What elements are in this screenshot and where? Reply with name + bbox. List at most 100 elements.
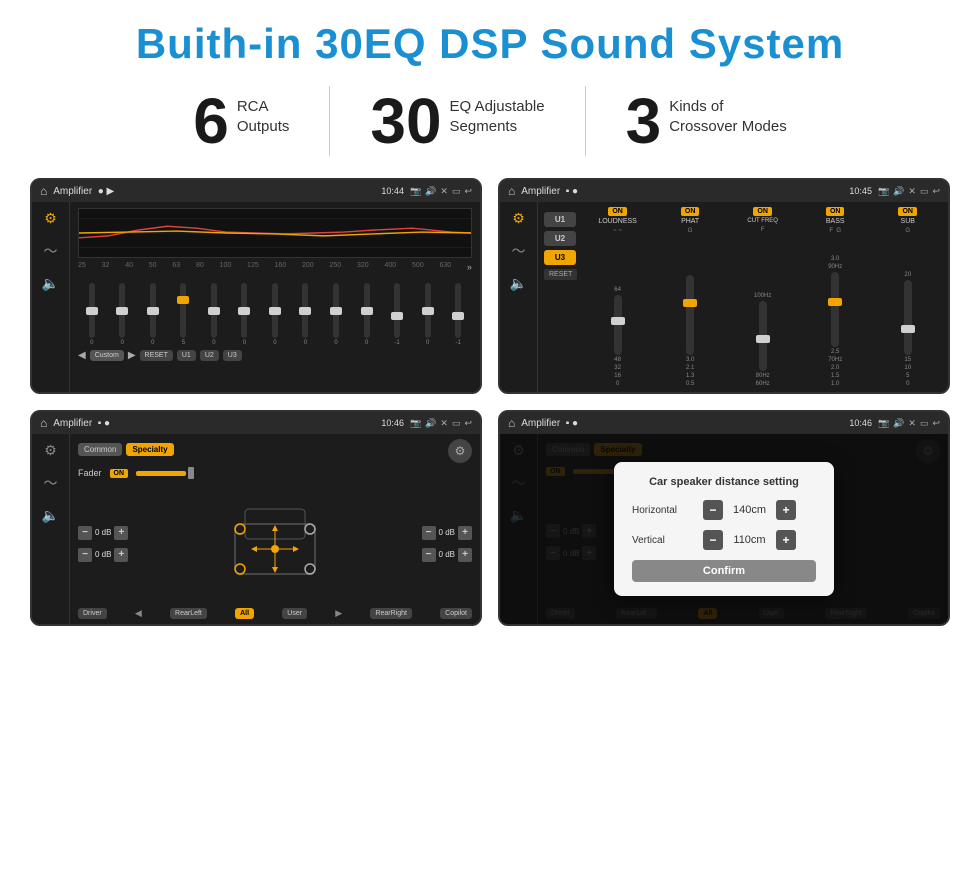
speaker-icon[interactable]: 🔈 <box>42 275 59 292</box>
preset-reset[interactable]: RESET <box>140 350 173 361</box>
fader-control-row: Fader ON <box>78 467 472 479</box>
distance-dialog: Car speaker distance setting Horizontal … <box>614 462 834 596</box>
stat-crossover-label: Kinds ofCrossover Modes <box>669 89 787 136</box>
tab-common[interactable]: Common <box>78 443 122 456</box>
reset-btn-cross[interactable]: RESET <box>544 269 577 280</box>
db-minus-fl[interactable]: − <box>78 526 92 540</box>
channel-cutfreq: ON CUT FREQ F <box>728 207 797 234</box>
back-icon-2[interactable]: ↩ <box>932 186 940 197</box>
eq-slider-7: 0 <box>292 283 320 346</box>
btn-rearleft[interactable]: RearLeft <box>170 608 207 619</box>
horizontal-row: Horizontal − 140cm + <box>632 500 816 520</box>
horizontal-minus[interactable]: − <box>703 500 723 520</box>
left-arrow-icon[interactable]: ◀ <box>135 608 142 619</box>
topbar-4: ⌂ Amplifier ▪ ● 10:46 📷 🔊 ✕ ▭ ↩ <box>500 412 948 434</box>
settings-circle-icon[interactable]: ⚙ <box>448 439 472 463</box>
db-minus-rr[interactable]: − <box>422 548 436 562</box>
back-icon-3[interactable]: ↩ <box>464 418 472 429</box>
volume-icon-2: 🔊 <box>893 186 904 197</box>
screen4-body: ⚙ 〜 🔈 Common Specialty ⚙ <box>500 434 948 624</box>
crossover-presets: U1 U2 U3 RESET <box>544 207 577 387</box>
topbar-icons-1: 📷 🔊 ✕ ▭ ↩ <box>410 186 472 197</box>
eq-icon[interactable]: ⚙ <box>44 210 57 227</box>
eq-slider-4: 0 <box>200 283 228 346</box>
prev-arrow[interactable]: ◀ <box>78 350 86 361</box>
screen3-body: ⚙ 〜 🔈 Common Specialty ⚙ <box>32 434 480 624</box>
home-icon-2[interactable]: ⌂ <box>508 184 515 198</box>
db-val-rr: 0 dB <box>439 550 455 559</box>
vertical-minus[interactable]: − <box>703 530 723 550</box>
home-icon-4[interactable]: ⌂ <box>508 416 515 430</box>
btn-copilot[interactable]: Copilot <box>440 608 472 619</box>
fader-on-badge: ON <box>110 469 129 478</box>
preset-u1-cross[interactable]: U1 <box>544 212 576 227</box>
topbar-time-3: 10:46 <box>381 418 404 428</box>
confirm-button[interactable]: Confirm <box>632 560 816 582</box>
db-plus-fr[interactable]: + <box>458 526 472 540</box>
db-val-fr: 0 dB <box>439 528 455 537</box>
eq-slider-3: 5 <box>170 283 198 346</box>
db-front-left: − 0 dB + <box>78 526 128 540</box>
screen-distance: ⌂ Amplifier ▪ ● 10:46 📷 🔊 ✕ ▭ ↩ ⚙ 〜 🔈 <box>498 410 950 626</box>
wave-icon-3[interactable]: 〜 <box>44 473 58 493</box>
crossover-main: U1 U2 U3 RESET ON LOUDNESS <box>538 202 948 392</box>
topbar-title-1: Amplifier ● ▶ <box>53 186 375 197</box>
vertical-row: Vertical − 110cm + <box>632 530 816 550</box>
preset-u3-cross[interactable]: U3 <box>544 250 576 265</box>
next-arrow[interactable]: ▶ <box>128 350 136 361</box>
wave-icon-2[interactable]: 〜 <box>512 241 526 261</box>
preset-custom[interactable]: Custom <box>90 350 124 361</box>
eq-slider-5: 0 <box>231 283 259 346</box>
db-rear-left: − 0 dB + <box>78 548 128 562</box>
horizontal-value: 140cm <box>727 504 772 516</box>
db-rear-right: − 0 dB + <box>422 548 472 562</box>
eq-slider-12: -1 <box>444 283 472 346</box>
horizontal-plus[interactable]: + <box>776 500 796 520</box>
preset-u3[interactable]: U3 <box>223 350 242 361</box>
vertical-input: − 110cm + <box>703 530 796 550</box>
btn-user[interactable]: User <box>282 608 307 619</box>
eq-slider-6: 0 <box>261 283 289 346</box>
btn-rearright[interactable]: RearRight <box>370 608 412 619</box>
camera-icon: 📷 <box>410 186 421 197</box>
db-val-fl: 0 dB <box>95 528 111 537</box>
speaker-icon-3[interactable]: 🔈 <box>42 507 59 524</box>
screen1-body: ⚙ 〜 🔈 <box>32 202 480 392</box>
vertical-plus[interactable]: + <box>776 530 796 550</box>
volume-icon: 🔊 <box>425 186 436 197</box>
db-plus-rr[interactable]: + <box>458 548 472 562</box>
db-plus-fl[interactable]: + <box>114 526 128 540</box>
topbar-time-2: 10:45 <box>849 186 872 196</box>
eq-icon-2[interactable]: ⚙ <box>512 210 525 227</box>
stats-row: 6 RCAOutputs 30 EQ AdjustableSegments 3 … <box>30 86 950 156</box>
wave-icon[interactable]: 〜 <box>44 241 58 261</box>
dialog-title: Car speaker distance setting <box>632 476 816 488</box>
speaker-icon-2[interactable]: 🔈 <box>510 275 527 292</box>
btn-all[interactable]: All <box>235 608 254 619</box>
home-icon-3[interactable]: ⌂ <box>40 416 47 430</box>
btn-driver[interactable]: Driver <box>78 608 107 619</box>
preset-u2-cross[interactable]: U2 <box>544 231 576 246</box>
db-minus-fr[interactable]: − <box>422 526 436 540</box>
eq-bottom-bar: ◀ Custom ▶ RESET U1 U2 U3 <box>78 350 472 361</box>
topbar-icons-3: 📷 🔊 ✕ ▭ ↩ <box>410 418 472 429</box>
eq-slider-2: 0 <box>139 283 167 346</box>
window-icon: ▭ <box>452 186 461 197</box>
fader-slider[interactable] <box>136 467 194 479</box>
channel-phat: ON PHAT G <box>656 207 725 234</box>
back-icon-4[interactable]: ↩ <box>932 418 940 429</box>
stat-rca-label: RCAOutputs <box>237 89 290 136</box>
fader-tabs: Common Specialty <box>78 443 174 456</box>
eq-icon-3[interactable]: ⚙ <box>44 442 57 459</box>
screen2-body: ⚙ 〜 🔈 U1 U2 U3 RESET <box>500 202 948 392</box>
close-icon: ✕ <box>440 186 448 197</box>
right-arrow-icon[interactable]: ▶ <box>335 608 342 619</box>
tab-specialty[interactable]: Specialty <box>126 443 173 456</box>
home-icon[interactable]: ⌂ <box>40 184 47 198</box>
db-minus-rl[interactable]: − <box>78 548 92 562</box>
preset-u2[interactable]: U2 <box>200 350 219 361</box>
topbar-title-3: Amplifier ▪ ● <box>53 418 375 429</box>
back-icon[interactable]: ↩ <box>464 186 472 197</box>
db-plus-rl[interactable]: + <box>114 548 128 562</box>
preset-u1[interactable]: U1 <box>177 350 196 361</box>
